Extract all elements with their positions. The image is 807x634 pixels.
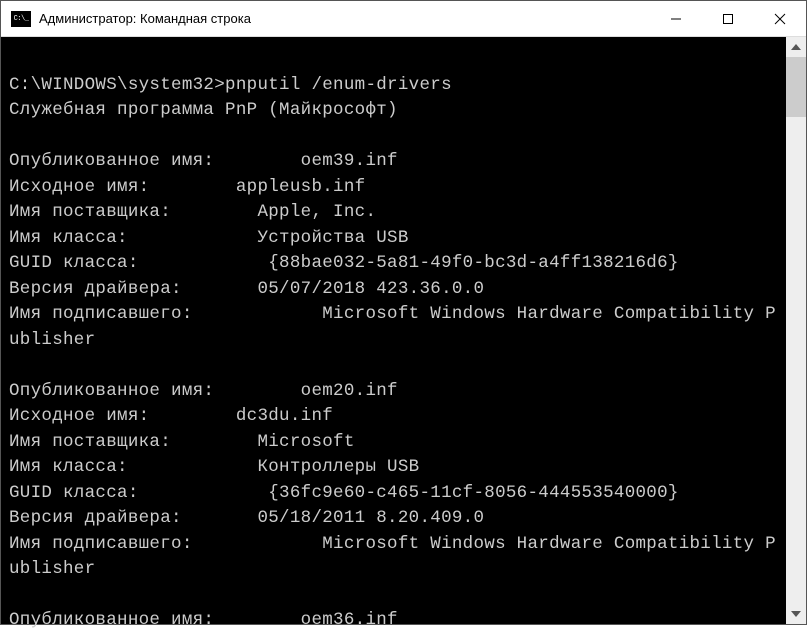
scroll-up-button[interactable] bbox=[786, 37, 806, 57]
scrollbar[interactable] bbox=[786, 37, 806, 624]
console-area: C:\WINDOWS\system32>pnputil /enum-driver… bbox=[1, 37, 806, 624]
window-title: Администратор: Командная строка bbox=[39, 11, 650, 26]
cmd-icon bbox=[11, 11, 31, 27]
window-controls bbox=[650, 1, 806, 36]
close-button[interactable] bbox=[754, 1, 806, 36]
scroll-thumb[interactable] bbox=[786, 57, 806, 117]
maximize-button[interactable] bbox=[702, 1, 754, 36]
minimize-button[interactable] bbox=[650, 1, 702, 36]
titlebar: Администратор: Командная строка bbox=[1, 1, 806, 37]
scroll-track[interactable] bbox=[786, 57, 806, 604]
scroll-down-button[interactable] bbox=[786, 604, 806, 624]
console-output[interactable]: C:\WINDOWS\system32>pnputil /enum-driver… bbox=[1, 37, 786, 624]
